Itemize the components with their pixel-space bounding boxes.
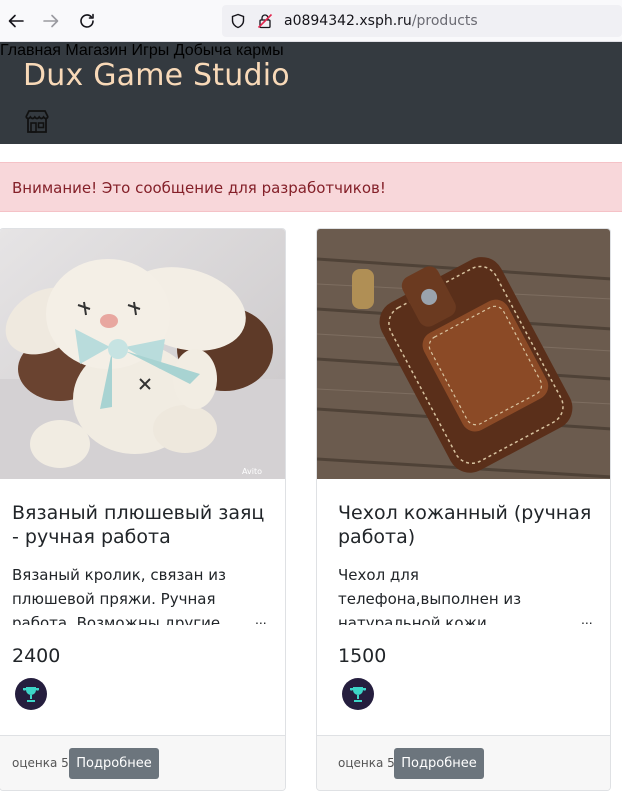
- trophy-icon: [342, 678, 374, 710]
- product-title: Чехол кожанный (ручная работа): [338, 502, 592, 548]
- card-footer: оценка 5 Подробнее: [317, 735, 610, 790]
- url-host: a0894342.xsph.ru: [284, 13, 412, 29]
- alert-text: Внимание! Это сообщение для разработчико…: [12, 179, 386, 197]
- reload-icon[interactable]: [77, 11, 97, 31]
- avito-watermark: Avito: [242, 467, 262, 476]
- product-rating: оценка 5: [338, 756, 395, 770]
- product-price: 2400: [12, 645, 61, 667]
- nav-karma[interactable]: Добыча кармы: [174, 42, 284, 59]
- browser-toolbar: a0894342.xsph.ru/products: [0, 0, 622, 42]
- details-button[interactable]: Подробнее: [69, 748, 159, 779]
- back-arrow-icon[interactable]: [6, 11, 26, 31]
- store-icon[interactable]: [24, 108, 50, 134]
- product-rating: оценка 5: [12, 756, 69, 770]
- address-bar[interactable]: a0894342.xsph.ru/products: [222, 5, 622, 37]
- site-header: Dux Game Studio Главная Магазин Игры Доб…: [0, 42, 622, 144]
- developer-alert: Внимание! Это сообщение для разработчико…: [0, 162, 622, 212]
- shield-icon[interactable]: [230, 13, 246, 34]
- url-text[interactable]: a0894342.xsph.ru/products: [284, 13, 478, 29]
- nav-home[interactable]: Главная: [0, 42, 61, 59]
- product-title: Вязаный плюшевый заяц - ручная работа: [12, 502, 265, 548]
- url-path: /products: [411, 13, 478, 29]
- more-text-ellipsis[interactable]: ...: [255, 611, 267, 627]
- brand-title[interactable]: Dux Game Studio: [23, 58, 290, 93]
- product-description: Вязаный кролик, связан из плюшевой пряжи…: [12, 566, 226, 625]
- product-image-leather-case[interactable]: [317, 229, 610, 479]
- details-button[interactable]: Подробнее: [394, 748, 484, 779]
- forward-arrow-icon[interactable]: [41, 11, 61, 31]
- more-text-ellipsis[interactable]: ...: [581, 611, 593, 627]
- card-footer: оценка 5 Подробнее: [0, 735, 285, 790]
- product-card: Чехол кожанный (ручная работа) Чехол для…: [316, 228, 611, 791]
- nav-shop[interactable]: Магазин: [65, 42, 127, 59]
- product-card: Avito Вязаный плюшевый заяц - ручная раб…: [0, 228, 286, 791]
- product-price: 1500: [338, 645, 387, 667]
- product-description: Чехол для телефона,выполнен из натуральн…: [338, 566, 522, 625]
- insecure-lock-icon[interactable]: [257, 13, 273, 34]
- trophy-icon: [15, 678, 47, 710]
- product-image-bunny[interactable]: Avito: [0, 229, 285, 479]
- nav-games[interactable]: Игры: [132, 42, 170, 59]
